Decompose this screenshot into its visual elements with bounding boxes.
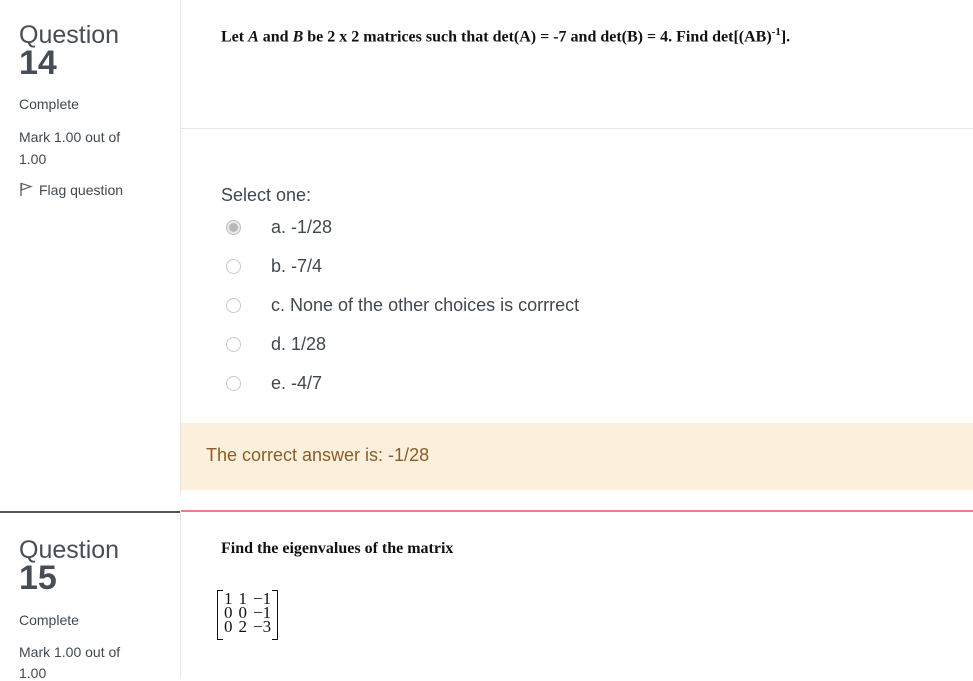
question-14: Question 14 Complete Mark 1.00 out of 1.… [0,0,973,495]
question-number: 14 [19,44,57,82]
option-b-label[interactable]: b. -7/4 [271,256,322,277]
option-e-label[interactable]: e. -4/7 [271,373,322,394]
matrix-cell: 0 [224,617,233,636]
question-status: Complete [19,612,79,628]
matrix-row: 0 2 −3 [221,617,274,636]
question-text: Find the eigenvalues of the matrix [221,540,454,557]
question-mark-line2: 1.00 [19,151,47,167]
option-c-radio[interactable] [226,297,241,313]
matrix-cell: −3 [253,617,272,636]
question-text: Let A and B be 2 x 2 matrices such that … [221,26,791,46]
matrix-left-bracket [217,590,223,640]
option-a-label[interactable]: a. -1/28 [271,217,332,238]
correct-answer-text: The correct answer is: -1/28 [206,445,430,465]
matrix-right-bracket [272,590,279,640]
matrix: 1 1 −1 0 0 −1 0 2 −3 [217,590,279,640]
option-c[interactable]: c. None of the other choices is corrrect [226,293,579,317]
option-d-label[interactable]: d. 1/28 [271,334,326,355]
option-b[interactable]: b. -7/4 [226,254,322,278]
question-mark-line1: Mark 1.00 out of [19,644,121,660]
question-content: Let A and B be 2 x 2 matrices such that … [181,0,973,495]
select-one-prompt: Select one: [221,185,312,205]
question-info-panel: Question 15 Complete Mark 1.00 out of 1.… [0,510,181,680]
feedback-box: The correct answer is: -1/28 [181,423,973,490]
option-d[interactable]: d. 1/28 [226,332,326,356]
question-status: Complete [19,96,79,112]
matrix-table: 1 1 −1 0 0 −1 0 2 −3 [221,590,274,636]
question-15: Question 15 Complete Mark 1.00 out of 1.… [0,510,973,680]
question-info-panel: Question 14 Complete Mark 1.00 out of 1.… [0,0,181,495]
option-d-radio[interactable] [226,336,241,352]
option-e-radio[interactable] [226,375,241,391]
option-a[interactable]: a. -1/28 [226,215,332,239]
question-mark-line1: Mark 1.00 out of [19,129,121,145]
option-c-label[interactable]: c. None of the other choices is corrrect [271,295,579,316]
matrix-cell: 2 [238,617,248,636]
flag-question-label: Flag question [39,181,124,198]
flag-question-link[interactable]: Flag question [19,182,123,197]
option-e[interactable]: e. -4/7 [226,371,322,395]
option-b-radio[interactable] [226,258,241,274]
option-a-radio[interactable] [226,219,241,235]
question-divider [181,128,973,129]
question-content: Find the eigenvalues of the matrix 1 1 −… [181,510,973,678]
question-number: 15 [19,559,57,597]
flag-icon [19,182,33,197]
